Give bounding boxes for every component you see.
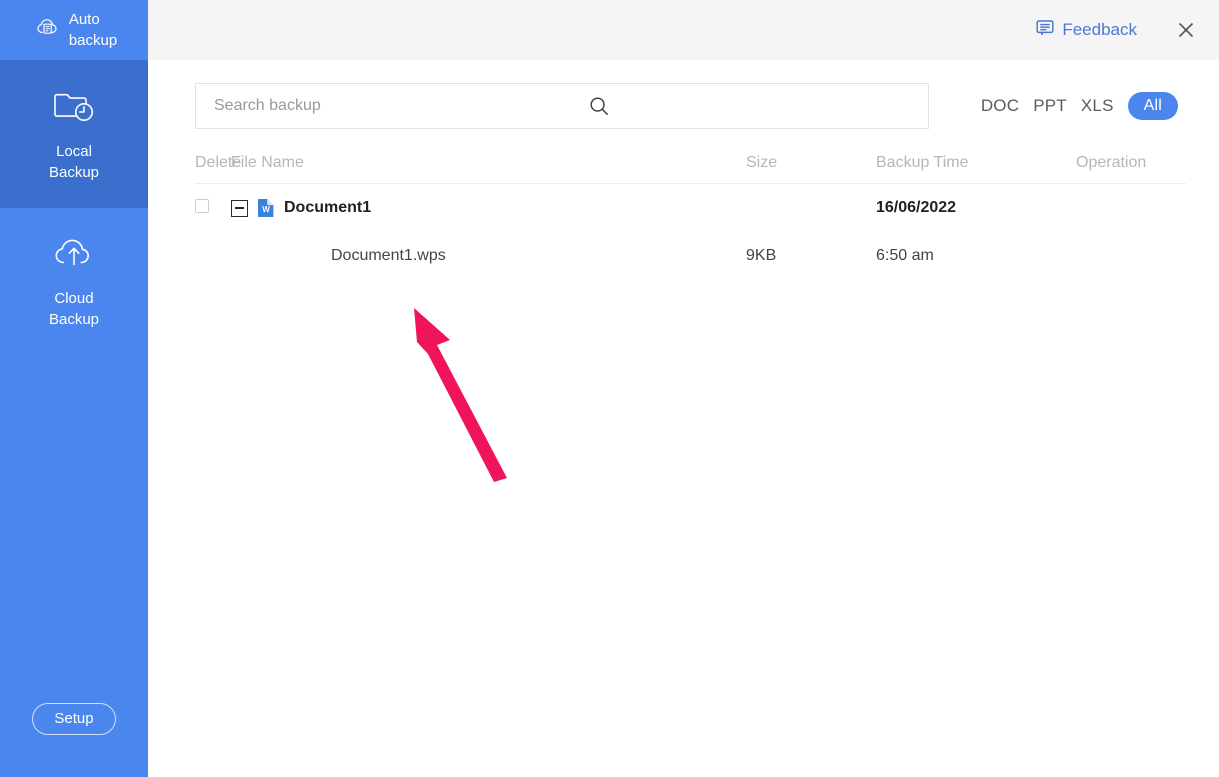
setup-button[interactable]: Setup xyxy=(32,702,116,735)
row-backup-time: 6:50 am xyxy=(876,247,934,264)
window-topbar: Feedback xyxy=(148,0,1219,60)
table-row[interactable]: Document1.wps 9KB 6:50 am xyxy=(195,232,1186,280)
wps-writer-icon: W xyxy=(257,198,275,218)
setup-button-container: Setup xyxy=(0,660,148,777)
folder-clock-icon xyxy=(50,85,98,131)
row-size: 9KB xyxy=(746,247,777,264)
filter-doc[interactable]: DOC xyxy=(981,96,1019,116)
sidebar: Auto backup Local Backup Cloud Backup Se… xyxy=(0,0,148,777)
column-header-operation: Operation xyxy=(1076,153,1147,171)
row-checkbox[interactable] xyxy=(195,198,209,213)
filter-all[interactable]: All xyxy=(1127,92,1178,120)
row-file-name-cell: W Document1 xyxy=(231,198,746,218)
cloud-upload-icon xyxy=(50,234,98,278)
sidebar-item-cloud-backup[interactable]: Cloud Backup xyxy=(0,208,148,356)
column-header-file-name: File Name xyxy=(231,153,304,171)
row-file-name: Document1 xyxy=(284,199,372,216)
backup-panel: DOC PPT XLS All Delete File Name Size Ba… xyxy=(148,60,1219,777)
content-area: Feedback Search backup DOC PPT XLS All D… xyxy=(148,0,1219,777)
minus-box-icon[interactable] xyxy=(231,199,248,217)
column-header-size: Size xyxy=(746,153,778,171)
chat-bubble-icon xyxy=(1035,18,1055,43)
filter-xls[interactable]: XLS xyxy=(1081,96,1114,116)
close-icon[interactable] xyxy=(1171,15,1201,45)
cloud-document-icon xyxy=(35,14,61,46)
column-header-delete: Delete xyxy=(195,153,242,171)
sidebar-item-label: Local Backup xyxy=(48,143,100,181)
row-file-name-cell: Document1.wps xyxy=(231,247,746,265)
search-box[interactable] xyxy=(195,83,929,129)
sidebar-item-label: Cloud Backup xyxy=(48,290,100,328)
table-row[interactable]: W Document1 16/06/2022 xyxy=(195,184,1186,232)
toolbar: DOC PPT XLS All xyxy=(195,60,1186,130)
sidebar-item-local-backup[interactable]: Local Backup xyxy=(0,60,148,208)
svg-text:W: W xyxy=(262,205,270,214)
sidebar-item-label: Auto backup xyxy=(68,11,118,49)
sidebar-item-auto-backup[interactable]: Auto backup xyxy=(0,0,148,60)
column-header-backup-time: Backup Time xyxy=(876,153,969,171)
filter-group: DOC PPT XLS All xyxy=(981,92,1186,120)
row-checkbox-cell xyxy=(195,198,231,218)
feedback-button[interactable]: Feedback xyxy=(1035,18,1137,43)
backup-table: Delete File Name Size Backup Time Operat… xyxy=(195,142,1186,280)
feedback-label: Feedback xyxy=(1062,20,1137,39)
filter-ppt[interactable]: PPT xyxy=(1033,96,1067,116)
search-input[interactable] xyxy=(214,97,588,115)
table-header-row: Delete File Name Size Backup Time Operat… xyxy=(195,142,1186,184)
backup-manager-window: Auto backup Local Backup Cloud Backup Se… xyxy=(0,0,1219,777)
search-icon[interactable] xyxy=(588,95,610,117)
row-backup-time: 16/06/2022 xyxy=(876,199,957,216)
row-file-name: Document1.wps xyxy=(331,247,446,264)
